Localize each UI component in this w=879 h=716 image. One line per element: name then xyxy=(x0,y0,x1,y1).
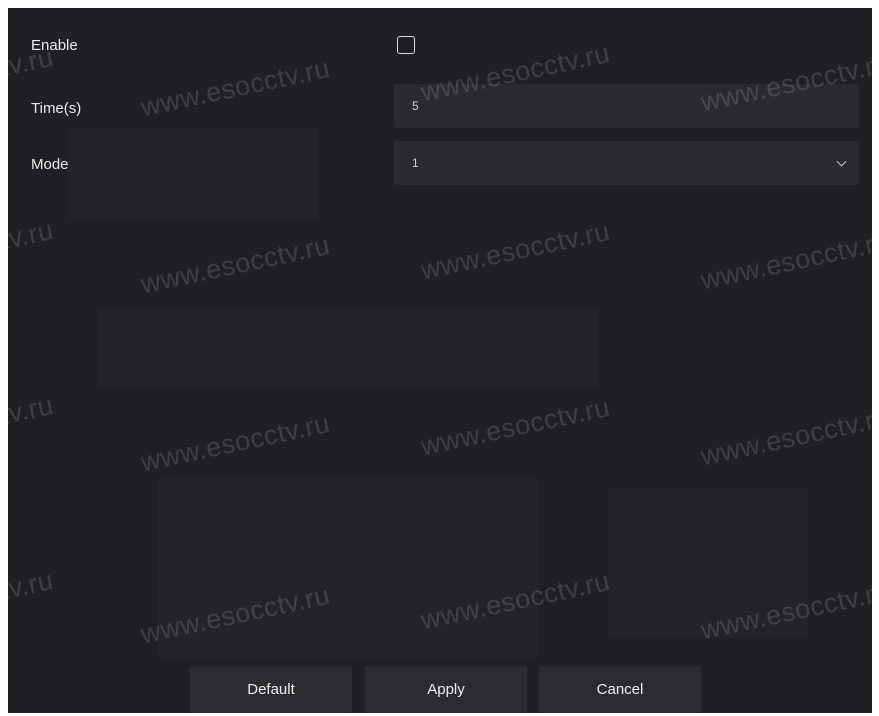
watermark-text: www.esocctv.ru xyxy=(698,225,872,296)
background-shape xyxy=(608,488,808,638)
mode-select[interactable]: 1 xyxy=(394,141,859,185)
time-input[interactable]: 5 xyxy=(394,84,859,128)
watermark-text: www.esocctv.ru xyxy=(138,229,333,300)
watermark-text: tv.ru xyxy=(8,389,57,431)
watermark-text: www.esocctv.ru xyxy=(138,52,333,123)
time-label: Time(s) xyxy=(31,100,82,117)
watermark-text: www.esocctv.ru xyxy=(698,401,872,472)
cancel-button[interactable]: Cancel xyxy=(539,666,701,713)
apply-button[interactable]: Apply xyxy=(365,666,527,713)
watermark-text: tv.ru xyxy=(8,564,57,606)
settings-panel: Enable Time(s) 5 Mode 1 tv.ru www.esocct… xyxy=(8,8,872,713)
mode-label: Mode xyxy=(31,156,69,173)
background-shape xyxy=(158,478,538,658)
background-shape xyxy=(68,128,318,218)
time-value: 5 xyxy=(412,99,419,113)
watermark-text: www.esocctv.ru xyxy=(418,215,613,286)
background-shape xyxy=(98,308,598,388)
watermark-text: www.esocctv.ru xyxy=(138,407,333,478)
mode-value: 1 xyxy=(412,156,419,170)
watermark-text: tv.ru xyxy=(8,214,57,256)
enable-checkbox[interactable] xyxy=(397,36,415,54)
enable-label: Enable xyxy=(31,37,78,54)
chevron-down-icon[interactable] xyxy=(836,156,847,167)
default-button[interactable]: Default xyxy=(190,666,352,713)
watermark-text: www.esocctv.ru xyxy=(418,391,613,462)
